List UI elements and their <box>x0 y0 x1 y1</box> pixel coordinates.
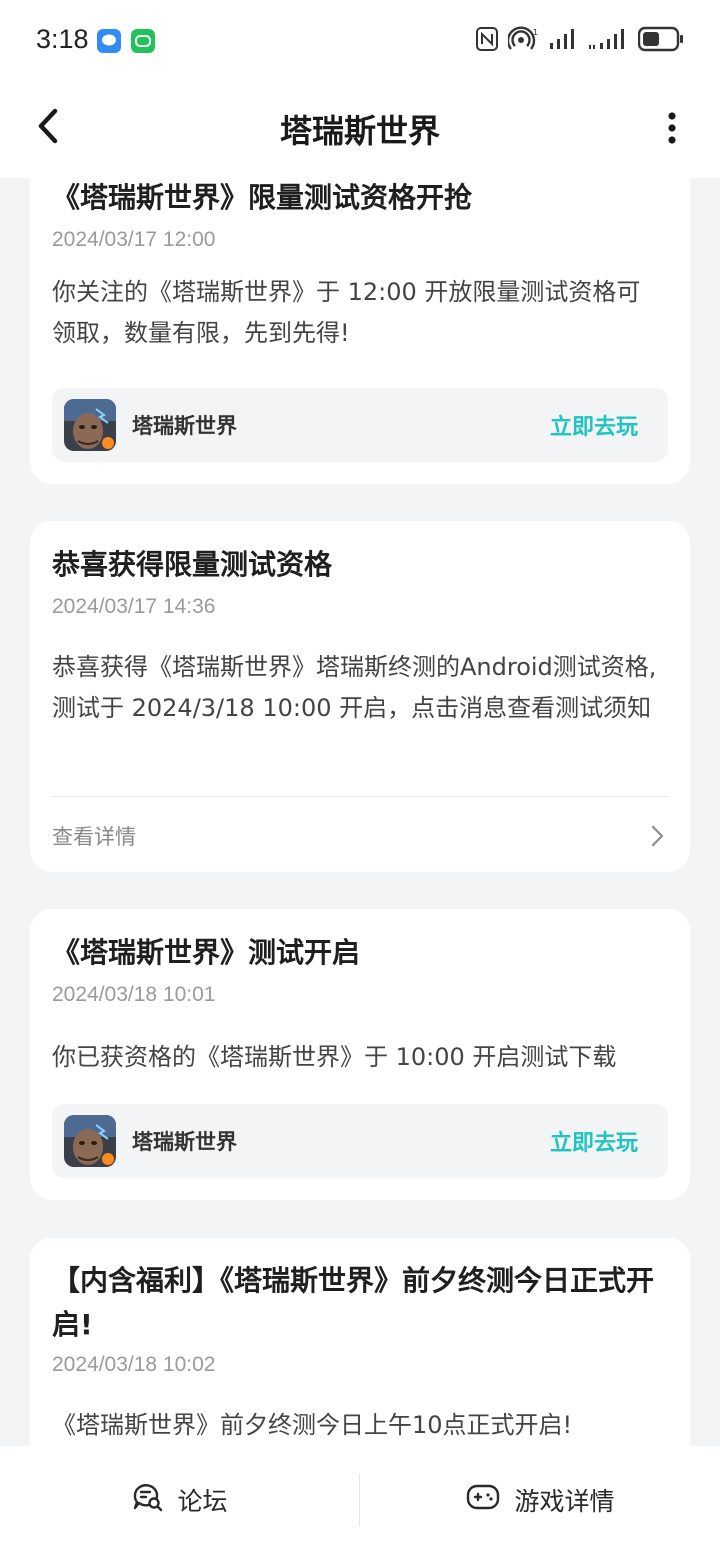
divider <box>52 796 668 797</box>
tab-game-details[interactable]: 游戏详情 <box>361 1446 720 1554</box>
signal-icon <box>548 27 578 55</box>
game-row[interactable]: 塔瑞斯世界 立即去玩 <box>52 1104 668 1178</box>
tab-forum[interactable]: 论坛 <box>0 1446 359 1554</box>
card-date: 2024/03/17 12:00 <box>52 228 216 251</box>
message-card[interactable]: 《塔瑞斯世界》测试开启 2024/03/18 10:01 你已获资格的《塔瑞斯世… <box>30 909 690 1200</box>
hotspot-icon: 1 <box>506 26 538 56</box>
wechat-icon <box>131 29 155 53</box>
more-button[interactable] <box>662 106 682 150</box>
nfc-icon <box>476 27 498 55</box>
status-time: 3:18 <box>36 24 89 54</box>
svg-text:1: 1 <box>533 28 538 37</box>
status-icons: 1 <box>476 26 684 56</box>
card-date: 2024/03/18 10:01 <box>52 983 216 1006</box>
bottom-bar: 论坛 游戏详情 <box>0 1446 720 1554</box>
view-details-link[interactable]: 查看详情 <box>52 821 136 851</box>
card-title: 《塔瑞斯世界》测试开启 <box>52 936 361 969</box>
battery-icon <box>637 26 684 56</box>
card-date: 2024/03/17 14:36 <box>52 595 216 618</box>
card-title: 恭喜获得限量测试资格 <box>52 548 333 581</box>
divider <box>359 1474 360 1526</box>
game-avatar <box>64 399 116 451</box>
card-body: 恭喜获得《塔瑞斯世界》塔瑞斯终测的Android测试资格,测试于 2024/3/… <box>52 653 657 722</box>
game-avatar <box>64 1115 116 1167</box>
card-date: 2024/03/18 10:02 <box>52 1353 216 1376</box>
card-title: 【内含福利】《塔瑞斯世界》前夕终测今日正式开启! <box>52 1264 655 1341</box>
play-now-button[interactable]: 立即去玩 <box>550 409 638 441</box>
status-bar: 3:18 1 <box>0 0 720 84</box>
message-feed[interactable]: 《塔瑞斯世界》限量测试资格开抢 2024/03/17 12:00 你关注的《塔瑞… <box>0 178 720 1446</box>
message-card[interactable]: 恭喜获得限量测试资格 2024/03/17 14:36 恭喜获得《塔瑞斯世界》塔… <box>30 521 690 872</box>
page-title: 塔瑞斯世界 <box>279 112 440 150</box>
forum-icon <box>131 1481 163 1519</box>
play-now-button[interactable]: 立即去玩 <box>550 1125 638 1157</box>
message-icon <box>97 29 121 53</box>
chevron-right-icon[interactable] <box>650 825 664 847</box>
tab-label: 游戏详情 <box>514 1487 615 1516</box>
card-body: 《塔瑞斯世界》前夕终测今日上午10点正式开启! <box>52 1411 573 1439</box>
tab-label: 论坛 <box>177 1487 228 1516</box>
gamepad-icon <box>466 1483 500 1517</box>
game-name: 塔瑞斯世界 <box>132 1130 237 1154</box>
game-name: 塔瑞斯世界 <box>132 414 237 438</box>
more-vertical-icon <box>668 112 676 144</box>
card-body: 你已获资格的《塔瑞斯世界》于 10:00 开启测试下载 <box>52 1043 617 1071</box>
message-card[interactable]: 【内含福利】《塔瑞斯世界》前夕终测今日正式开启! 2024/03/18 10:0… <box>30 1238 690 1446</box>
card-body: 你关注的《塔瑞斯世界》于 12:00 开放限量测试资格可领取，数量有限，先到先得… <box>52 278 641 347</box>
game-row[interactable]: 塔瑞斯世界 立即去玩 <box>52 388 668 462</box>
app-header: 塔瑞斯世界 <box>0 84 720 178</box>
card-title: 《塔瑞斯世界》限量测试资格开抢 <box>52 181 473 214</box>
message-card[interactable]: 《塔瑞斯世界》限量测试资格开抢 2024/03/17 12:00 你关注的《塔瑞… <box>30 178 690 484</box>
signal-icon-2 <box>588 27 628 55</box>
